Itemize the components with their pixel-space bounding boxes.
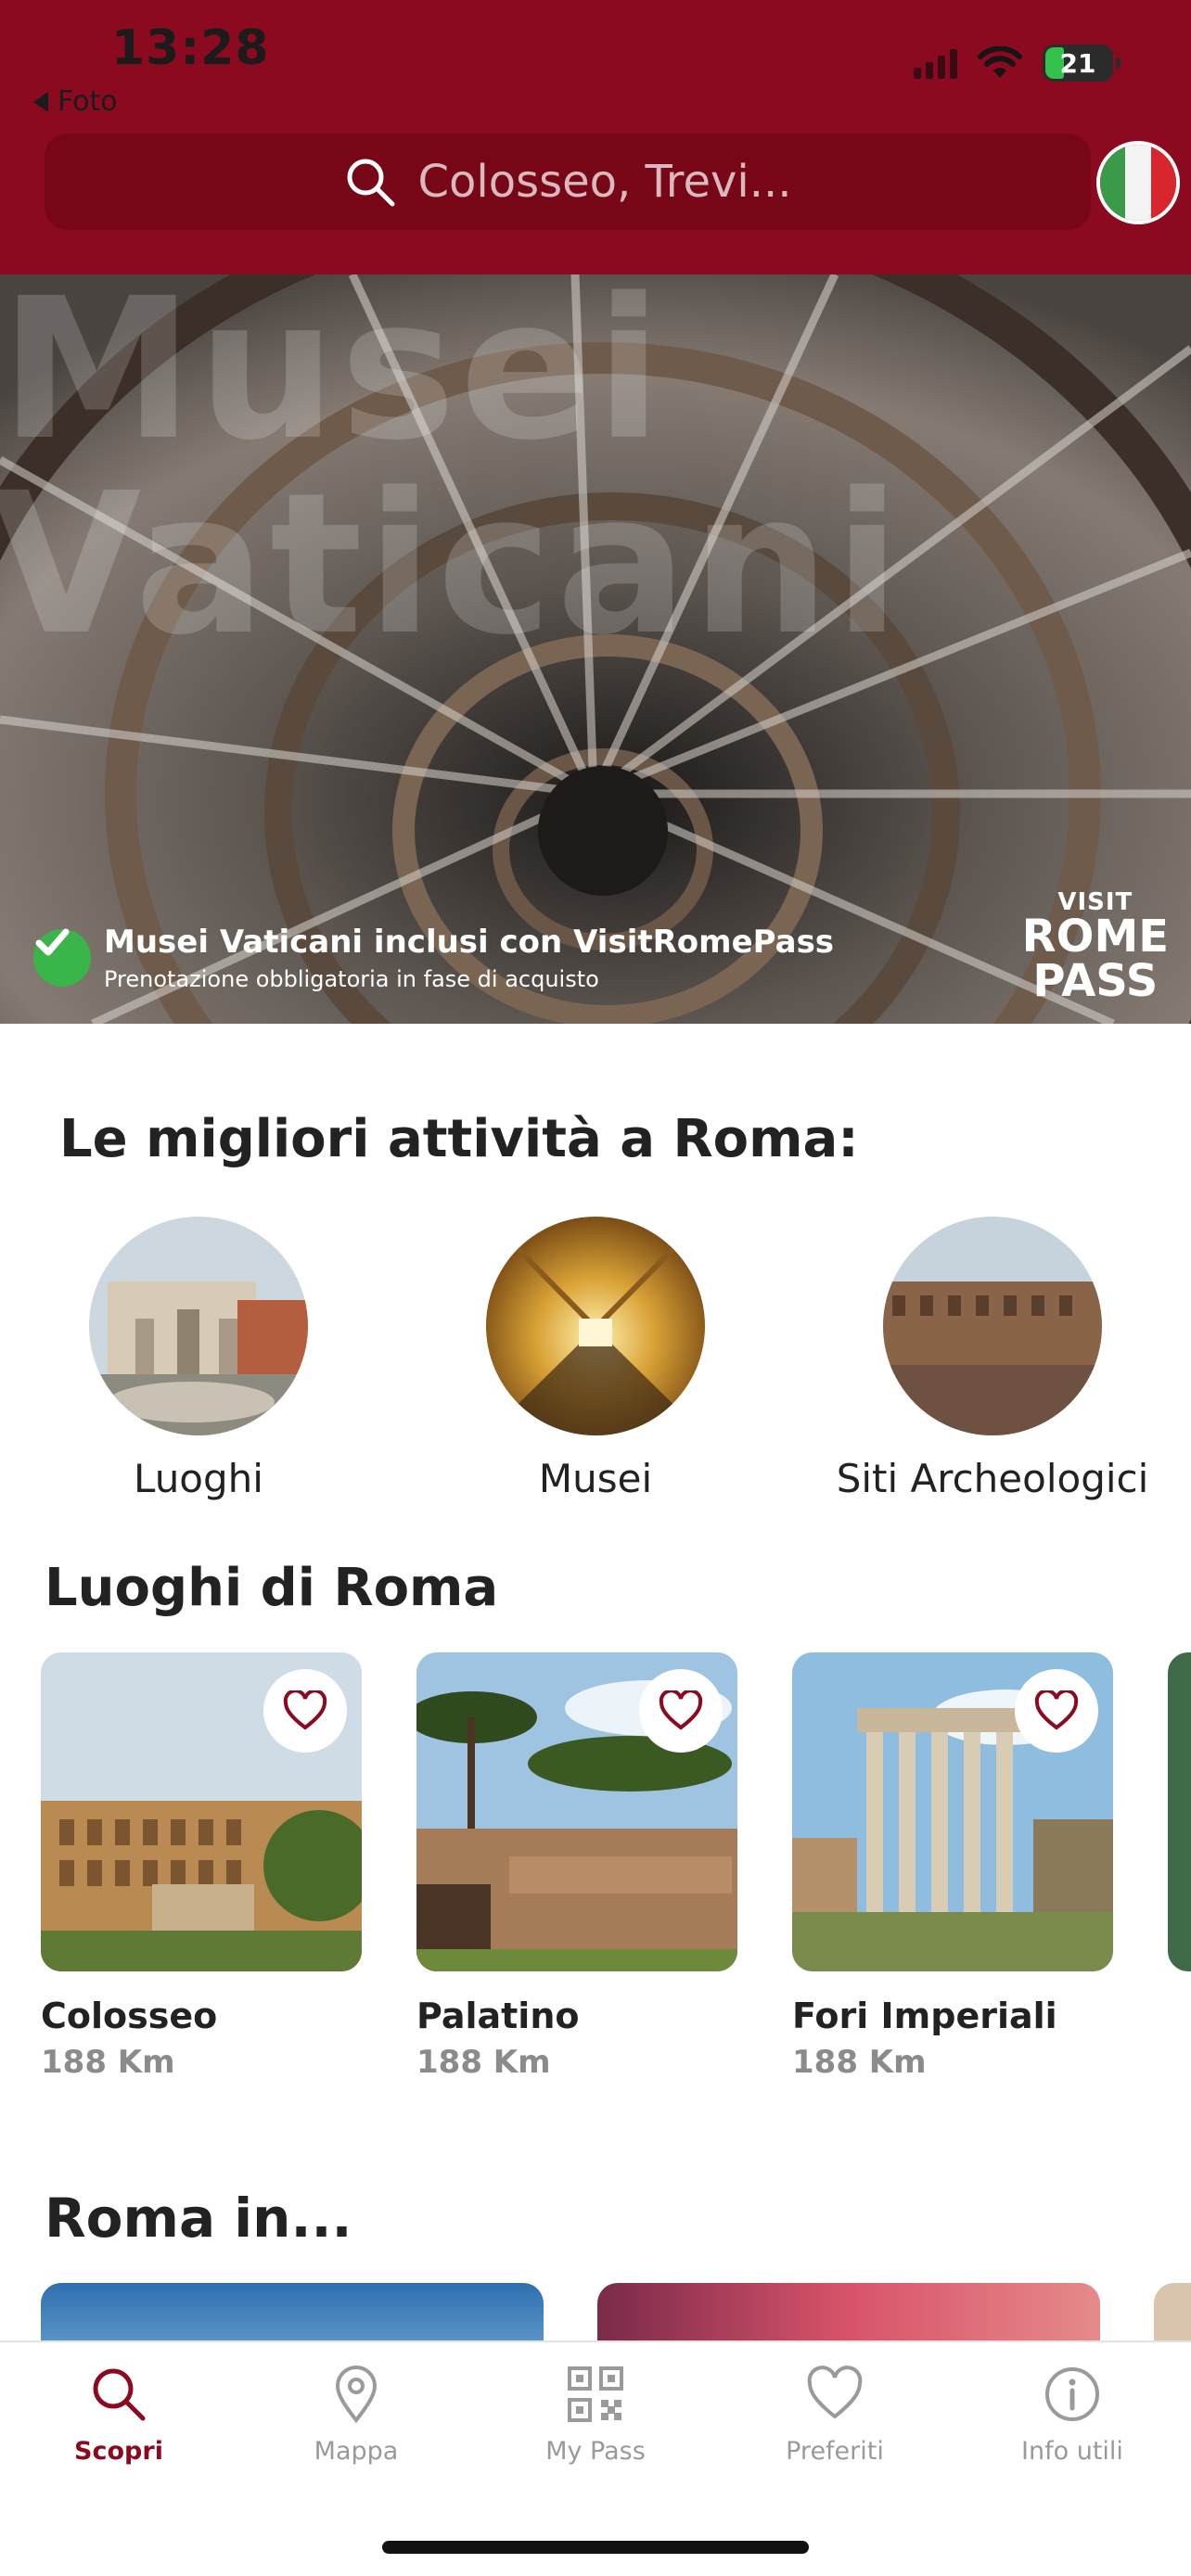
tab-mappa[interactable]: Mappa [263,2365,449,2466]
qr-code-icon [568,2366,623,2422]
places-title: Luoghi di Roma [45,1558,499,1618]
hero-caption-subtitle: Prenotazione obbligatoria in fase di acq… [104,966,599,992]
heart-icon [283,1690,327,1730]
colosseum-interior-image [883,1217,1102,1435]
app-header: 13:28 Foto 21 Colosseo, Trevi... [0,0,1191,274]
trevi-fountain-image [89,1217,308,1435]
tab-my-pass[interactable]: My Pass [503,2365,688,2466]
place-card-next-partial[interactable] [1168,1652,1191,1971]
tab-label: Mappa [314,2437,399,2466]
favorite-button[interactable] [639,1669,723,1753]
battery-icon: 21 [1043,45,1121,82]
category-label: Siti Archeologici [836,1456,1149,1501]
map-pin-icon [335,2366,378,2424]
heart-icon [807,2366,863,2419]
heart-icon [1034,1690,1079,1730]
tab-label: Info utili [1021,2437,1123,2466]
place-card-fori-imperiali[interactable]: Fori Imperiali 188 Km [792,1652,1113,2081]
cellular-signal-icon [914,47,957,79]
place-name: Colosseo [41,1996,218,2036]
category-luoghi[interactable]: Luoghi [22,1217,375,1501]
search-icon [347,159,395,207]
palatino-image [416,1652,737,1971]
status-time: 13:28 [111,20,270,76]
place-card-colosseo[interactable]: Colosseo 188 Km [41,1652,362,2081]
search-input[interactable]: Colosseo, Trevi... [45,134,1091,230]
language-flag-button[interactable] [1096,141,1180,224]
tab-scopri[interactable]: Scopri [26,2365,211,2466]
place-distance: 188 Km [416,2044,551,2081]
favorite-button[interactable] [1015,1669,1098,1753]
place-name: Fori Imperiali [792,1996,1057,2036]
category-label: Luoghi [134,1456,263,1501]
fori-imperiali-image [792,1652,1113,1971]
category-musei[interactable]: Musei [419,1217,772,1501]
check-icon [33,928,91,987]
search-icon [93,2368,146,2421]
tab-info-utili[interactable]: Info utili [980,2365,1165,2466]
place-distance: 188 Km [792,2044,927,2081]
system-indicators: 21 [914,45,1121,82]
hero-watermark-line-2: Vaticani [0,451,904,678]
place-name: Palatino [416,1996,580,2036]
category-label: Musei [538,1456,653,1501]
category-siti-archeologici[interactable]: Siti Archeologici [816,1217,1169,1501]
back-arrow-icon [33,91,48,112]
home-indicator[interactable] [382,2541,809,2554]
colosseo-image [41,1652,362,1971]
visit-rome-pass-logo: VISIT ROME PASS [1021,888,1169,1007]
hero-caption: Musei Vaticani inclusi con VisitRomePass… [33,924,834,992]
tab-label: Scopri [74,2437,163,2466]
hero-caption-title: Musei Vaticani inclusi con VisitRomePass [104,924,835,961]
hero-banner[interactable]: Musei Vaticani Musei Vaticani inclusi co… [0,274,1191,1024]
place-distance: 188 Km [41,2044,175,2081]
back-link-label: Foto [58,85,118,118]
heart-icon [659,1690,703,1730]
tab-preferiti[interactable]: Preferiti [742,2365,928,2466]
activities-title: Le migliori attività a Roma: [59,1109,859,1169]
battery-level: 21 [1059,47,1096,79]
museum-gallery-image [486,1217,705,1435]
favorite-button[interactable] [263,1669,347,1753]
info-icon [1045,2367,1099,2421]
wifi-icon [978,46,1022,78]
back-to-app-link[interactable]: Foto [33,85,118,118]
tab-label: Preferiti [786,2437,884,2466]
search-placeholder: Colosseo, Trevi... [417,156,792,208]
tab-label: My Pass [545,2437,646,2466]
place-card-palatino[interactable]: Palatino 188 Km [416,1652,737,2081]
roma-in-title: Roma in... [45,2187,352,2250]
